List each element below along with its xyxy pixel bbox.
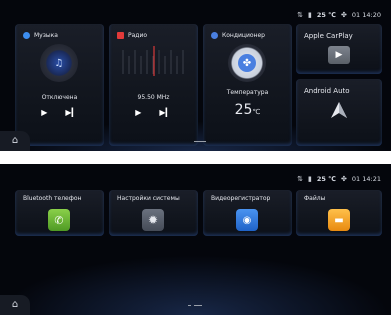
fan-icon: ✤	[228, 44, 266, 82]
home-button[interactable]: ⌂	[0, 295, 30, 315]
home-button[interactable]: ⌂	[0, 131, 30, 151]
radio-frequency: 95.50 MHz	[137, 94, 170, 101]
radio-app-icon	[117, 32, 124, 39]
signal-icon: ▮	[308, 11, 312, 19]
android-auto-tile[interactable]: Android Auto	[296, 79, 382, 146]
status-time: 01 14:21	[351, 175, 381, 183]
temperature-value: 25℃	[234, 102, 261, 118]
home-icon: ⌂	[11, 135, 19, 146]
folder-icon: ▬	[328, 209, 350, 231]
android-auto-title: Android Auto	[304, 87, 350, 95]
status-time: 01 14:20	[351, 11, 381, 19]
next-track-icon[interactable]: ▶▎	[65, 108, 77, 117]
music-disc-icon: ♫	[40, 44, 78, 82]
carplay-title: Apple CarPlay	[304, 32, 353, 40]
bluetooth-phone-title: Bluetooth телефон	[23, 195, 82, 202]
radio-tile-title: Радио	[128, 32, 148, 39]
music-status: Отключена	[41, 94, 78, 101]
bluetooth-phone-tile[interactable]: Bluetooth телефон ✆	[15, 190, 104, 236]
home-screen-1: ⇅ ▮ 25 ℃ ✤ 01 14:20 Музыка ♫ Отключена ▶…	[0, 0, 391, 151]
temperature-label: Температура	[226, 89, 269, 96]
ac-tile[interactable]: Кондиционер ✤ Температура 25℃	[203, 24, 292, 146]
radio-tuner-scale	[122, 46, 184, 76]
ac-tile-title: Кондиционер	[222, 32, 265, 39]
android-auto-icon	[331, 102, 347, 118]
home-screen-2: ⇅ ▮ 25 ℃ ✤ 01 14:21 Bluetooth телефон ✆ …	[0, 164, 391, 315]
play-icon[interactable]: ▶	[135, 108, 141, 117]
radio-tile[interactable]: Радио 95.50 MHz ▶ ▶▎	[109, 24, 198, 146]
signal-icon: ▮	[308, 175, 312, 183]
next-station-icon[interactable]: ▶▎	[159, 108, 171, 117]
files-title: Файлы	[304, 195, 326, 202]
gear-icon: ✹	[142, 209, 164, 231]
carplay-icon: ▶	[328, 46, 350, 64]
page-indicator	[194, 141, 206, 142]
page-indicator-active	[194, 305, 202, 306]
radio-tile-header: Радио	[117, 32, 147, 39]
floor-glow	[0, 255, 391, 315]
dashcam-tile[interactable]: Видеорегистратор ◉	[203, 190, 292, 236]
dashcam-title: Видеорегистратор	[211, 195, 271, 202]
files-tile[interactable]: Файлы ▬	[296, 190, 382, 236]
network-icon: ⇅	[297, 11, 303, 19]
play-icon[interactable]: ▶	[41, 108, 47, 117]
status-bar: ⇅ ▮ 25 ℃ ✤ 01 14:20	[297, 11, 381, 19]
carplay-tile[interactable]: Apple CarPlay ▶	[296, 24, 382, 74]
music-tile-header: Музыка	[23, 32, 58, 39]
music-app-icon	[23, 32, 30, 39]
fan-status-icon: ✤	[341, 11, 347, 19]
status-temperature: 25 ℃	[316, 175, 337, 183]
system-settings-tile[interactable]: Настройки системы ✹	[109, 190, 198, 236]
music-tile-title: Музыка	[34, 32, 58, 39]
page-indicator-inactive	[188, 305, 191, 306]
dashcam-icon: ◉	[236, 209, 258, 231]
system-settings-title: Настройки системы	[117, 195, 180, 202]
ac-tile-header: Кондиционер	[211, 32, 265, 39]
status-temperature: 25 ℃	[316, 11, 337, 19]
music-tile[interactable]: Музыка ♫ Отключена ▶ ▶▎	[15, 24, 104, 146]
home-icon: ⌂	[11, 299, 19, 310]
network-icon: ⇅	[297, 175, 303, 183]
status-bar: ⇅ ▮ 25 ℃ ✤ 01 14:21	[297, 175, 381, 183]
phone-icon: ✆	[48, 209, 70, 231]
ac-app-icon	[211, 32, 218, 39]
fan-status-icon: ✤	[341, 175, 347, 183]
